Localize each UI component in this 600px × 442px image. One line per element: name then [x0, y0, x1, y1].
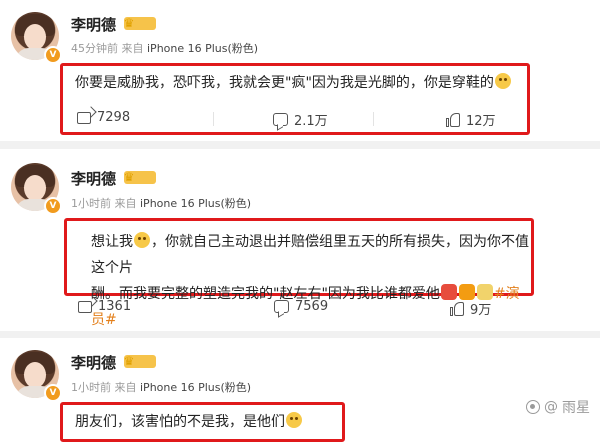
post-meta: 1小时前 来自 iPhone 16 Plus(粉色): [71, 379, 251, 395]
highlight-box: 想让我 ，你就自己主动退出并赔偿组里五天的所有损失，因为你不值这个片 酬。而我要完…: [64, 218, 534, 328]
emoji-icon: [134, 232, 150, 248]
highlight-box: 朋友们，该害怕的不是我，是他们: [60, 402, 345, 442]
post-separator: [0, 331, 600, 338]
author-name[interactable]: 李明德: [71, 168, 116, 189]
source-prefix: 来自: [121, 42, 144, 55]
divider: [373, 112, 374, 126]
post-time: 1小时前: [71, 197, 111, 210]
comment-button[interactable]: 2.1万: [273, 110, 328, 129]
vip-crown-icon[interactable]: ♛: [124, 354, 156, 368]
verified-badge-icon: V: [44, 197, 62, 215]
divider: [213, 112, 214, 126]
source-prefix: 来自: [114, 381, 137, 394]
source-prefix: 来自: [114, 197, 137, 210]
comment-icon: [274, 300, 289, 313]
post-text: 你要是威胁我，恐吓我，我就会更"疯"因为我是光脚的，你是穿鞋的: [75, 70, 512, 96]
post-meta: 1小时前 来自 iPhone 16 Plus(粉色): [71, 195, 251, 211]
device-name: iPhone 16 Plus(粉色): [140, 197, 252, 210]
weibo-post: V 李明德 ♛ 1小时前 来自 iPhone 16 Plus(粉色) 想让我 ，你…: [0, 149, 600, 331]
like-icon: [446, 112, 460, 127]
share-icon: [77, 111, 91, 124]
author-name[interactable]: 李明德: [71, 352, 116, 373]
post-text: 朋友们，该害怕的不是我，是他们: [75, 409, 303, 435]
post-time: 1小时前: [71, 381, 111, 394]
post-meta: 45分钟前 来自 iPhone 16 Plus(粉色): [71, 40, 258, 56]
cake-icon: [476, 284, 493, 300]
comment-icon: [273, 113, 288, 126]
watermark-logo-icon: [526, 400, 540, 414]
like-icon: [450, 301, 464, 316]
sticker-icon: [440, 284, 457, 300]
post-time: 45分钟前: [71, 42, 118, 55]
device-name: iPhone 16 Plus(粉色): [147, 42, 259, 55]
like-button[interactable]: 9万: [450, 299, 491, 318]
emoji-icon: [494, 73, 511, 89]
share-button[interactable]: 1361: [78, 299, 131, 314]
vip-crown-icon[interactable]: ♛: [124, 16, 156, 30]
emoji-icon: [286, 412, 302, 428]
weibo-post: V 李明德 ♛ 1小时前 来自 iPhone 16 Plus(粉色) 朋友们，该…: [0, 338, 600, 442]
post-separator: [0, 141, 600, 149]
highlight-box: 你要是威胁我，恐吓我，我就会更"疯"因为我是光脚的，你是穿鞋的 7298 2.1…: [60, 63, 530, 135]
share-icon: [78, 300, 92, 313]
verified-badge-icon: V: [44, 46, 62, 64]
author-name[interactable]: 李明德: [71, 14, 116, 35]
gift-icon: [458, 284, 475, 300]
comment-button[interactable]: 7569: [274, 299, 328, 314]
watermark: @ 雨星: [526, 397, 590, 417]
like-button[interactable]: 12万: [446, 110, 496, 129]
verified-badge-icon: V: [44, 384, 62, 402]
weibo-post: V 李明德 ♛ 45分钟前 来自 iPhone 16 Plus(粉色) 你要是威…: [0, 0, 600, 141]
device-name: iPhone 16 Plus(粉色): [140, 381, 252, 394]
share-button[interactable]: 7298: [77, 110, 130, 125]
vip-crown-icon[interactable]: ♛: [124, 170, 156, 184]
